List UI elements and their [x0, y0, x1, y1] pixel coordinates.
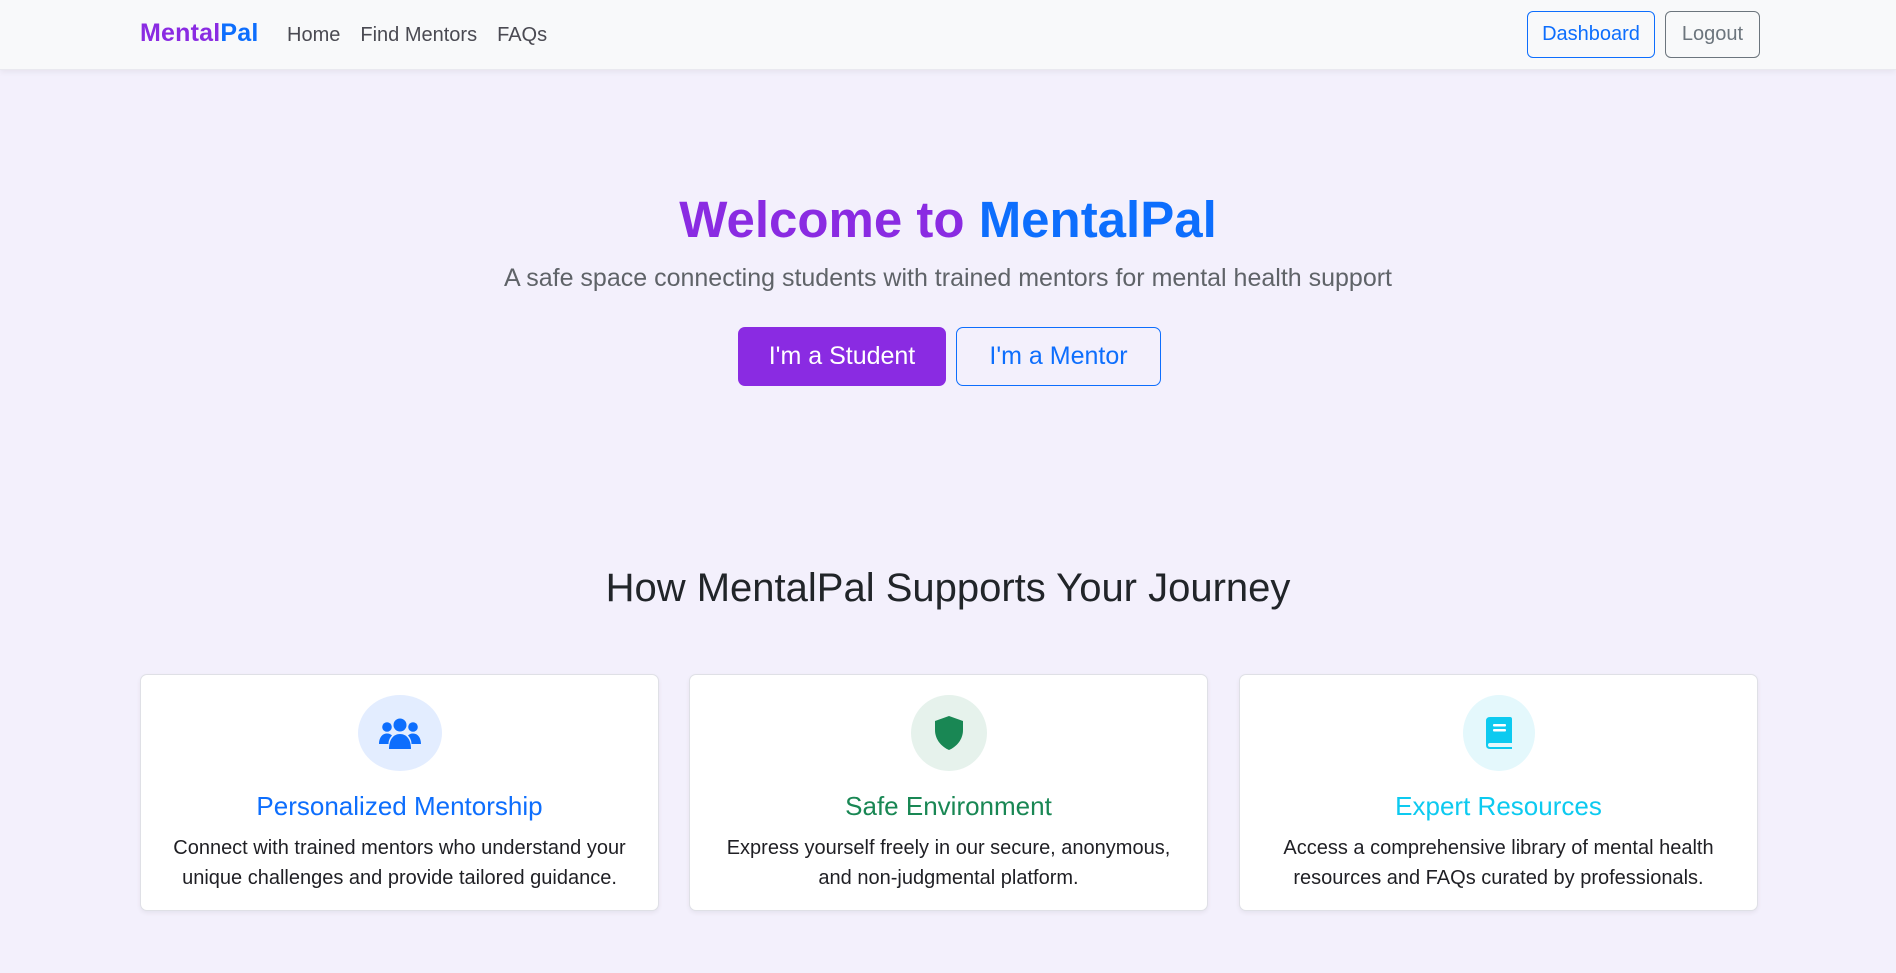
card-text: Express yourself freely in our secure, a…: [726, 837, 1171, 889]
card-title: Personalized Mentorship: [256, 791, 543, 821]
shield-icon: [910, 695, 987, 771]
nav-link-home[interactable]: Home: [287, 24, 340, 47]
hero-subtitle: A safe space connecting students with tr…: [503, 264, 1392, 292]
brand-part-pal: Pal: [220, 19, 259, 47]
feature-card-safe-environment: Safe Environment Express yourself freely…: [689, 674, 1208, 911]
feature-card-mentorship: Personalized Mentorship Connect with tra…: [140, 674, 659, 911]
logout-button[interactable]: Logout: [1665, 11, 1760, 58]
card-title: Safe Environment: [845, 791, 1052, 821]
dashboard-button[interactable]: Dashboard: [1527, 11, 1655, 58]
brand-logo[interactable]: MentalPal: [140, 19, 259, 48]
features-heading: How MentalPal Supports Your Journey: [605, 566, 1291, 610]
book-icon: [1462, 695, 1535, 771]
mentor-button[interactable]: I'm a Mentor: [956, 327, 1161, 386]
brand-part-mental: Mental: [140, 19, 221, 47]
nav-link-faqs[interactable]: FAQs: [497, 24, 547, 47]
nav-links: Home Find Mentors FAQs: [287, 24, 547, 47]
navbar: MentalPal Home Find Mentors FAQs Dashboa…: [0, 0, 1896, 70]
hero-title-brand: MentalPal: [978, 191, 1217, 248]
nav-link-find-mentors[interactable]: Find Mentors: [360, 24, 477, 47]
hero-title: Welcome to MentalPal: [0, 190, 1896, 250]
feature-card-expert-resources: Expert Resources Access a comprehensive …: [1239, 674, 1758, 911]
hero-title-welcome: Welcome to: [679, 191, 965, 248]
card-title: Expert Resources: [1395, 791, 1602, 821]
card-text: Connect with trained mentors who underst…: [173, 837, 626, 889]
card-text: Access a comprehensive library of mental…: [1283, 837, 1714, 889]
users-icon: [357, 695, 442, 771]
student-button[interactable]: I'm a Student: [738, 327, 946, 386]
